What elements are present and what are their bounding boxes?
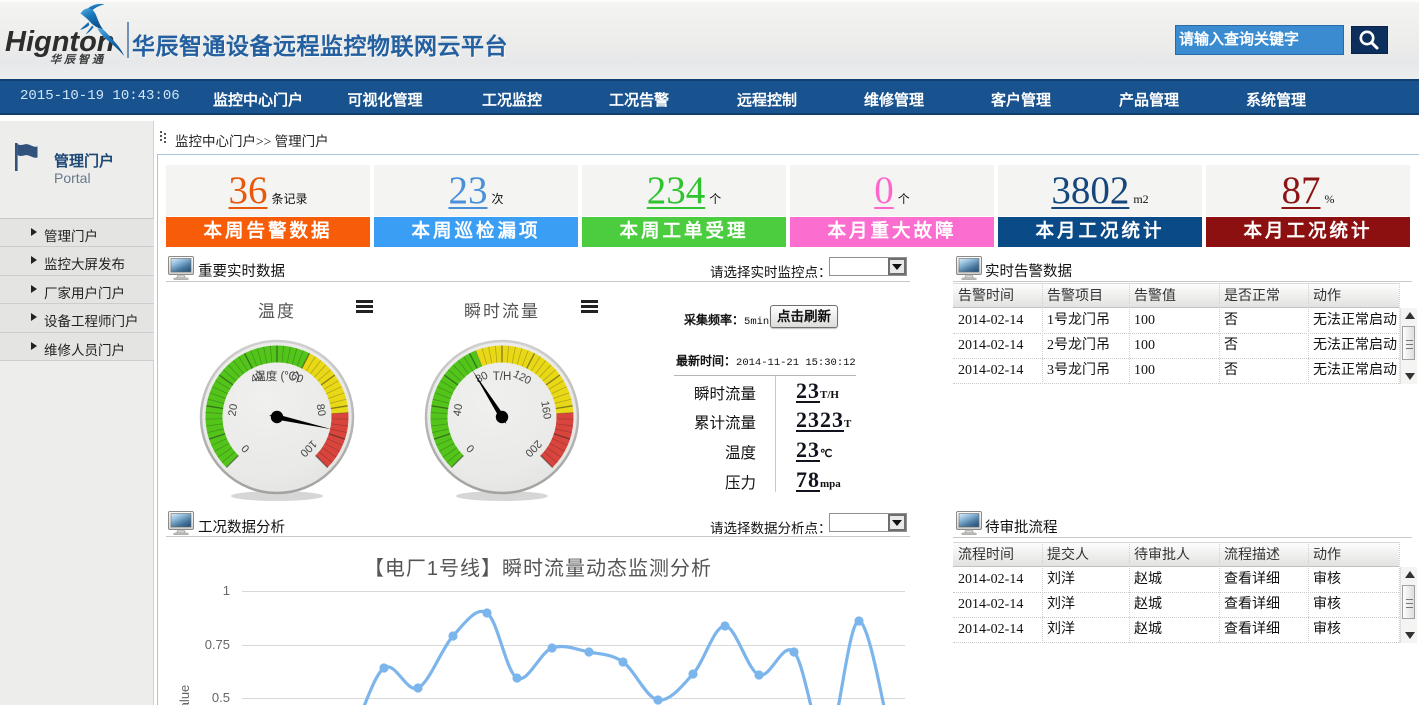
svg-text:20: 20 [227,403,241,417]
svg-text:40: 40 [452,403,466,417]
svg-text:T/H: T/H [493,371,512,383]
svg-text:80: 80 [314,403,328,417]
svg-text:温度 (℃): 温度 (℃) [254,369,300,383]
